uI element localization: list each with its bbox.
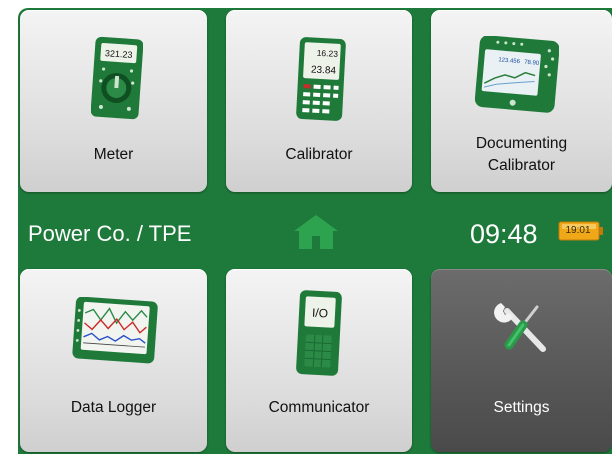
location-label: Power Co. / TPE <box>28 221 192 246</box>
documenting-calibrator-label-line1: Documenting <box>475 135 568 152</box>
documenting-calibrator-tile[interactable]: 123.456 78.90 Documenting Calibrator <box>431 10 612 192</box>
calibrator-display-value-1: 16.23 <box>316 48 338 59</box>
calibrator-tile[interactable]: 16.23 23.84 Calibrator <box>226 10 412 192</box>
wrench-screwdriver-icon <box>494 303 546 352</box>
data-logger-tile[interactable]: Data Logger <box>20 269 207 452</box>
communicator-screen-text: I/O <box>312 306 329 321</box>
settings-tile[interactable]: Settings <box>431 269 612 452</box>
communicator-tile[interactable]: I/O Communicator <box>226 269 412 452</box>
communicator-label: Communicator <box>268 399 370 416</box>
battery-time: 19:01 <box>565 225 591 236</box>
data-logger-label: Data Logger <box>70 399 157 416</box>
documenting-calibrator-icon: 123.456 78.90 <box>475 36 559 113</box>
communicator-icon: I/O <box>296 290 342 376</box>
settings-label: Settings <box>493 399 550 416</box>
data-logger-icon <box>72 297 158 364</box>
calibrator-display-value-2: 23.84 <box>311 64 337 76</box>
calibrator-label: Calibrator <box>285 146 353 163</box>
meter-display-value: 321.23 <box>105 48 133 60</box>
calibrator-icon: 16.23 23.84 <box>296 37 346 121</box>
meter-label: Meter <box>93 146 134 163</box>
home-icon[interactable] <box>293 214 339 250</box>
documenting-calibrator-label-line2: Calibrator <box>487 157 556 174</box>
meter-icon: 321.23 <box>91 36 143 120</box>
clock: 09:48 <box>470 219 538 249</box>
meter-tile[interactable]: 321.23 Meter <box>20 10 207 192</box>
